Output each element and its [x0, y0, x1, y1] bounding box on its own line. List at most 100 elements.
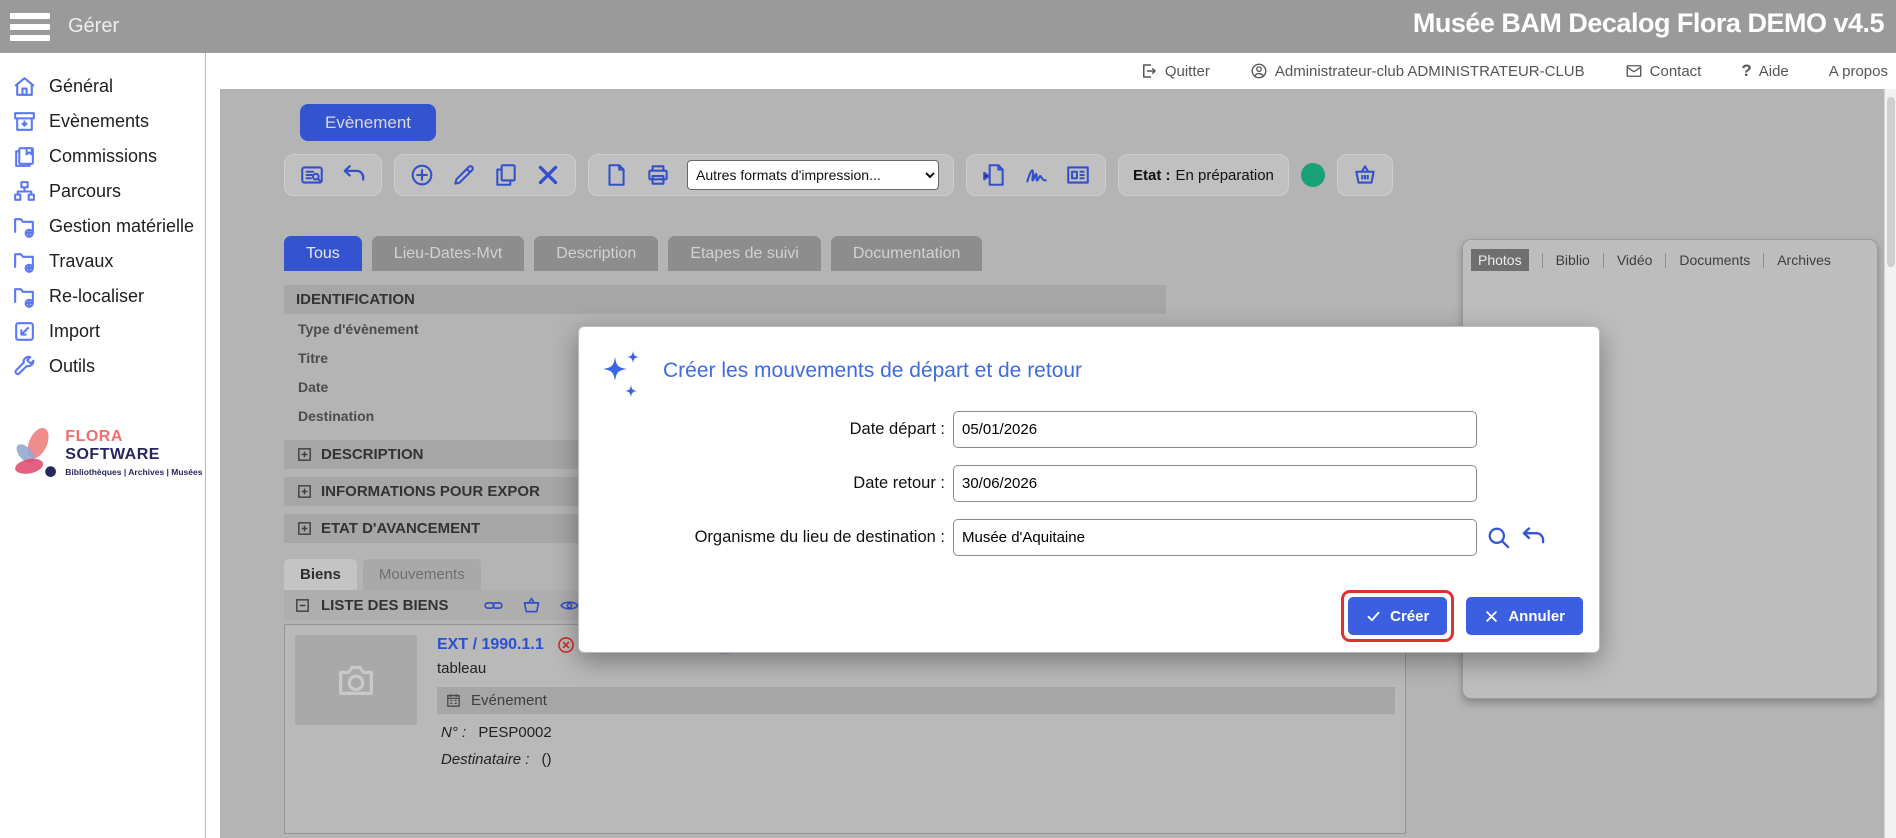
section-label: ETAT D'AVANCEMENT [321, 520, 480, 537]
sidebar-item-parcours[interactable]: Parcours [0, 174, 205, 209]
sidebar-item-label: Travaux [49, 251, 113, 272]
expand-plus-icon[interactable] [296, 483, 313, 500]
num-label: N° : [441, 724, 466, 741]
user-menu[interactable]: Administrateur-club ADMINISTRATEUR-CLUB [1250, 62, 1585, 80]
folder-globe-icon [12, 284, 37, 309]
bien-details: EXT / 1990.1.1 tableau Evénement [437, 635, 1395, 768]
scrollbar-thumb[interactable] [1887, 97, 1895, 267]
sidebar-item-label: Import [49, 321, 100, 342]
basket-icon[interactable] [1352, 162, 1378, 188]
sidebar-item-label: Evènements [49, 111, 149, 132]
tab-archives[interactable]: Archives [1777, 252, 1831, 268]
date-retour-label: Date retour : [579, 474, 953, 493]
tab-etapes-de-suivi[interactable]: Etapes de suivi [668, 236, 821, 271]
tab-separator [1665, 253, 1666, 268]
folder-globe-icon [12, 249, 37, 274]
link-icon[interactable] [483, 595, 504, 616]
section-label: INFORMATIONS POUR EXPOR [321, 483, 540, 500]
tab-documentation[interactable]: Documentation [831, 236, 983, 271]
quit-label: Quitter [1165, 63, 1210, 80]
camera-icon [333, 657, 379, 703]
print-icon[interactable] [645, 162, 671, 188]
scrollbar[interactable] [1884, 89, 1896, 838]
help-link[interactable]: ? Aide [1741, 61, 1788, 81]
date-retour-row: Date retour : [579, 465, 1599, 502]
user-icon [1250, 62, 1268, 80]
search-icon[interactable] [1485, 524, 1512, 551]
remove-circle-icon[interactable] [556, 635, 576, 655]
eye-icon[interactable] [559, 595, 580, 616]
sidebar-item-relocaliser[interactable]: Re-localiser [0, 279, 205, 314]
flora-flower-icon [6, 418, 61, 486]
tab-video[interactable]: Vidéo [1617, 252, 1653, 268]
tab-tous[interactable]: Tous [284, 236, 362, 271]
tab-photos[interactable]: Photos [1471, 249, 1529, 271]
sparkle-icon [597, 349, 647, 401]
tab-biens[interactable]: Biens [284, 559, 357, 590]
destinataire-value: () [542, 751, 552, 768]
signature-icon[interactable] [1023, 162, 1049, 188]
document-export-icon[interactable] [981, 162, 1007, 188]
event-band-label: Evénement [471, 692, 547, 709]
new-document-icon[interactable] [603, 162, 629, 188]
undo-icon[interactable] [1520, 524, 1547, 551]
toolbar-group-basket [1337, 154, 1393, 196]
basket-icon[interactable] [521, 595, 542, 616]
list-search-icon[interactable] [299, 162, 325, 188]
about-link[interactable]: A propos [1829, 63, 1888, 80]
bien-name: tableau [437, 660, 1395, 677]
create-button[interactable]: Créer [1348, 597, 1447, 635]
date-depart-label: Date départ : [579, 420, 953, 439]
home-icon [12, 74, 37, 99]
delete-icon[interactable] [535, 162, 561, 188]
tab-documents[interactable]: Documents [1679, 252, 1750, 268]
sidebar-item-commissions[interactable]: Commissions [0, 139, 205, 174]
undo-icon[interactable] [341, 162, 367, 188]
help-label: Aide [1759, 63, 1789, 80]
tab-biblio[interactable]: Biblio [1556, 252, 1590, 268]
logo-brand-flora: FLORA [65, 428, 122, 445]
organisme-input[interactable] [953, 519, 1477, 556]
tab-separator [1763, 253, 1764, 268]
sidebar-item-general[interactable]: Général [0, 69, 205, 104]
copy-icon[interactable] [493, 162, 519, 188]
expand-plus-icon[interactable] [296, 520, 313, 537]
print-format-select[interactable]: Autres formats d'impression... [687, 160, 939, 190]
tab-mouvements[interactable]: Mouvements [363, 559, 481, 590]
expand-plus-icon[interactable] [296, 446, 313, 463]
record-tab-evenement[interactable]: Evènement [300, 104, 436, 141]
wrench-icon [12, 354, 37, 379]
menu-label[interactable]: Gérer [68, 15, 119, 38]
report-card-icon[interactable] [1065, 162, 1091, 188]
highlight-red-box: Créer [1341, 590, 1454, 642]
sidebar-item-gestion-materielle[interactable]: Gestion matérielle [0, 209, 205, 244]
logo-tagline: Bibliothèques | Archives | Musées [65, 467, 205, 477]
collapse-minus-icon[interactable] [294, 597, 311, 614]
sidebar-item-outils[interactable]: Outils [0, 349, 205, 384]
bien-event-band: Evénement [437, 687, 1395, 714]
date-depart-input[interactable] [953, 411, 1477, 448]
cancel-label: Annuler [1508, 608, 1565, 625]
cancel-button[interactable]: Annuler [1466, 597, 1583, 635]
bien-item-card[interactable]: EXT / 1990.1.1 tableau Evénement [284, 624, 1406, 834]
add-icon[interactable] [409, 162, 435, 188]
sidebar-item-travaux[interactable]: Travaux [0, 244, 205, 279]
tab-description[interactable]: Description [534, 236, 658, 271]
create-label: Créer [1390, 608, 1429, 625]
edit-icon[interactable] [451, 162, 477, 188]
sidebar-item-evenements[interactable]: Evènements [0, 104, 205, 139]
hamburger-menu-icon[interactable] [10, 13, 50, 41]
toolbar-group-search [284, 154, 382, 196]
sidebar: Général Evènements Commissions Parcours … [0, 53, 206, 838]
toolbar-group-edit [394, 154, 576, 196]
date-retour-input[interactable] [953, 465, 1477, 502]
tab-lieu-dates-mvt[interactable]: Lieu-Dates-Mvt [372, 236, 524, 271]
media-tabs: Photos Biblio Vidéo Documents Archives [1463, 240, 1877, 280]
user-label: Administrateur-club ADMINISTRATEUR-CLUB [1275, 63, 1585, 80]
archive-box-icon [12, 109, 37, 134]
bien-ref-link[interactable]: EXT / 1990.1.1 [437, 636, 544, 654]
quit-link[interactable]: Quitter [1140, 62, 1210, 80]
sidebar-item-import[interactable]: Import [0, 314, 205, 349]
check-icon [1366, 609, 1381, 624]
contact-link[interactable]: Contact [1625, 62, 1702, 80]
